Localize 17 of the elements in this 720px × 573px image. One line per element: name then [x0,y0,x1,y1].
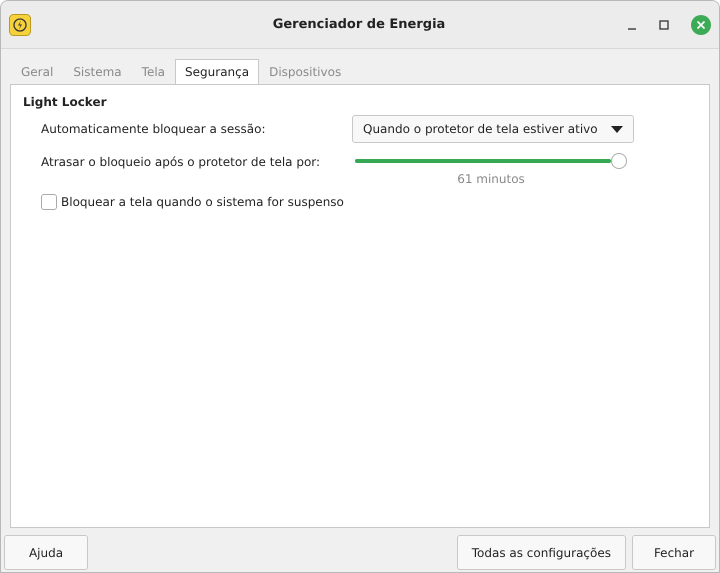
dropdown[interactable]: Quando o protetor de tela estiver ativo [352,115,634,143]
window-title: Gerenciador de Energia [272,17,446,32]
help-button[interactable]: Ajuda [4,535,88,570]
close-icon[interactable] [691,14,711,34]
tab[interactable]: Segurança [175,59,260,84]
checkbox[interactable] [41,194,57,210]
field-label: Atrasar o bloqueio após o protetor de tela por: [41,155,320,169]
caret-icon [611,126,623,132]
field-label: Automaticamente bloquear a sessão: [41,122,266,136]
lightning-icon [9,14,31,36]
checkbox-label: Bloquear a tela quando o sistema for suspenso [61,195,344,209]
maximize-icon[interactable] [659,20,669,30]
slider-thumb[interactable] [611,153,627,169]
all-settings-button[interactable]: Todas as configurações [456,535,626,570]
slider-value: 61 minutos [457,172,525,186]
close-button[interactable]: Fechar [632,535,716,570]
section-title: Light Locker [23,95,108,109]
